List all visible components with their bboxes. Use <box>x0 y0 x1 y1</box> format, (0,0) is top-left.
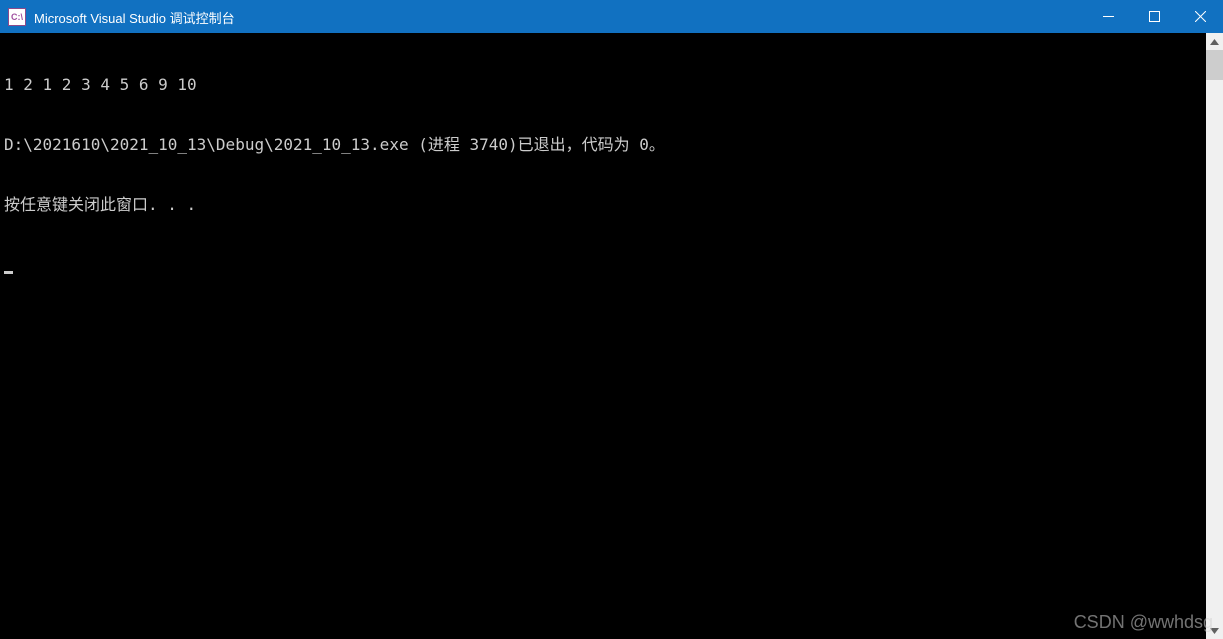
vertical-scrollbar[interactable] <box>1206 33 1223 639</box>
output-line: D:\2021610\2021_10_13\Debug\2021_10_13.e… <box>4 135 1206 155</box>
output-line: 1 2 1 2 3 4 5 6 9 10 <box>4 75 1206 95</box>
close-button[interactable] <box>1177 0 1223 33</box>
text-cursor <box>4 271 13 274</box>
scroll-track[interactable] <box>1206 50 1223 622</box>
scroll-up-button[interactable] <box>1206 33 1223 50</box>
output-line: 按任意键关闭此窗口. . . <box>4 195 1206 215</box>
console-output[interactable]: 1 2 1 2 3 4 5 6 9 10 D:\2021610\2021_10_… <box>0 33 1206 639</box>
scroll-thumb[interactable] <box>1206 50 1223 80</box>
cursor-line <box>4 255 1206 275</box>
chevron-down-icon <box>1210 628 1219 634</box>
maximize-button[interactable] <box>1131 0 1177 33</box>
minimize-button[interactable] <box>1085 0 1131 33</box>
console-window: C:\ Microsoft Visual Studio 调试控制台 1 2 1 … <box>0 0 1223 639</box>
window-controls <box>1085 0 1223 33</box>
window-title: Microsoft Visual Studio 调试控制台 <box>34 7 1085 27</box>
maximize-icon <box>1149 11 1160 22</box>
close-icon <box>1195 11 1206 22</box>
minimize-icon <box>1103 11 1114 22</box>
scroll-down-button[interactable] <box>1206 622 1223 639</box>
client-area: 1 2 1 2 3 4 5 6 9 10 D:\2021610\2021_10_… <box>0 33 1223 639</box>
app-icon: C:\ <box>8 8 26 26</box>
chevron-up-icon <box>1210 39 1219 45</box>
titlebar[interactable]: C:\ Microsoft Visual Studio 调试控制台 <box>0 0 1223 33</box>
